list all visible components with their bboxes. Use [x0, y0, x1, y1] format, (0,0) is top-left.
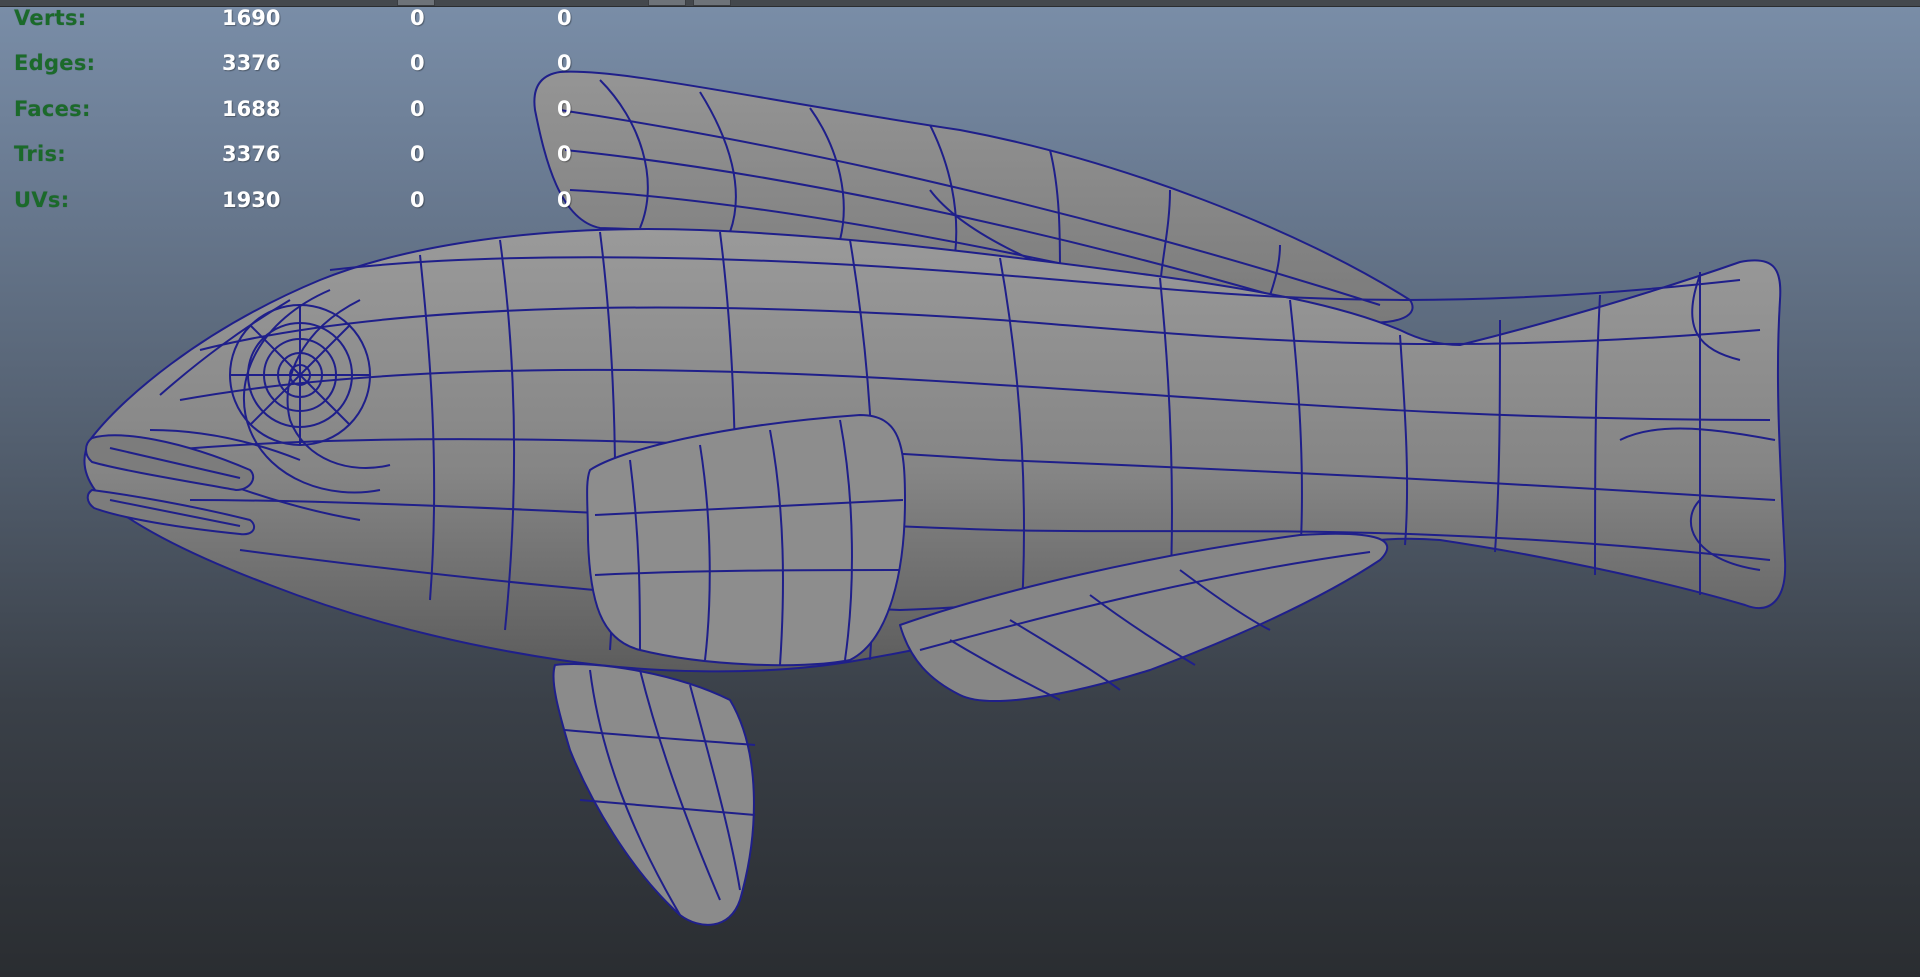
- fish-mesh-icon[interactable]: [0, 0, 1920, 977]
- pectoral-fin: [586, 414, 906, 667]
- fish-body: [83, 228, 1787, 673]
- hud-value: 0: [410, 51, 425, 76]
- hud-value: 1688: [222, 96, 281, 121]
- pelvic-fin: [552, 663, 756, 926]
- hud-value: 0: [410, 187, 425, 212]
- hud-value: 1690: [222, 6, 281, 30]
- hud-label: Verts:: [14, 6, 87, 30]
- hud-label: Faces:: [14, 96, 91, 121]
- hud-value: 0: [410, 6, 425, 30]
- hud-value: 0: [557, 51, 572, 76]
- hud-value: 0: [557, 96, 572, 121]
- hud-value: 3376: [222, 142, 281, 167]
- hud-value: 0: [557, 187, 572, 212]
- hud-value: 0: [410, 96, 425, 121]
- hud-label: Edges:: [14, 51, 96, 76]
- hud-value: 3376: [222, 51, 281, 76]
- hud-label: Tris:: [14, 142, 66, 167]
- 3d-viewport[interactable]: Verts: 1690 0 0 Edges: 3376 0 0 Faces: 1…: [0, 0, 1920, 977]
- hud-label: UVs:: [14, 187, 70, 212]
- hud-value: 0: [557, 142, 572, 167]
- hud-value: 0: [557, 6, 572, 30]
- hud-value: 0: [410, 142, 425, 167]
- hud-value: 1930: [222, 187, 281, 212]
